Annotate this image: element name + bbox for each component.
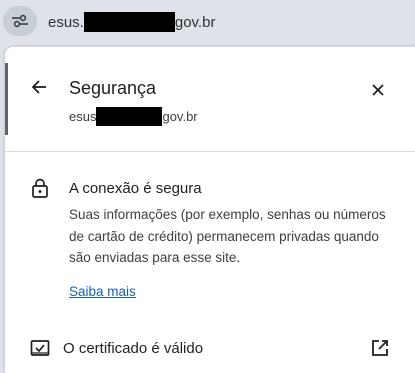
learn-more-link[interactable]: Saiba mais — [69, 284, 136, 299]
close-button[interactable] — [366, 78, 390, 102]
arrow-back-icon — [31, 80, 46, 94]
url-prefix: esus. — [48, 13, 84, 31]
back-button[interactable] — [27, 75, 51, 99]
subtitle-suffix: gov.br — [162, 109, 198, 124]
redaction-bar — [96, 107, 163, 126]
address-bar[interactable]: esus. gov.br — [0, 0, 415, 44]
redaction-bar — [83, 12, 175, 32]
security-panel: Segurança esus gov.br A conexão é segura … — [5, 47, 415, 373]
panel-title: Segurança — [69, 78, 157, 98]
close-icon — [372, 84, 384, 96]
site-settings-button[interactable] — [3, 6, 37, 36]
connection-secure-heading: A conexão é segura — [69, 180, 202, 197]
connection-description: Suas informações (por exemplo, senhas ou… — [69, 207, 386, 265]
open-in-new-icon[interactable] — [370, 338, 390, 358]
url-text[interactable]: esus. gov.br — [48, 12, 215, 32]
certificate-icon — [30, 340, 50, 356]
divider — [5, 151, 415, 152]
subtitle-prefix: esus — [69, 109, 97, 124]
tune-icon — [12, 14, 28, 28]
panel-edge-mark — [5, 63, 8, 135]
certificate-label: O certificado é válido — [63, 340, 204, 357]
lock-icon — [32, 178, 48, 198]
url-suffix: gov.br — [174, 13, 216, 31]
certificate-row[interactable]: O certificado é válido — [5, 329, 415, 367]
panel-subtitle: esus gov.br — [69, 107, 198, 126]
